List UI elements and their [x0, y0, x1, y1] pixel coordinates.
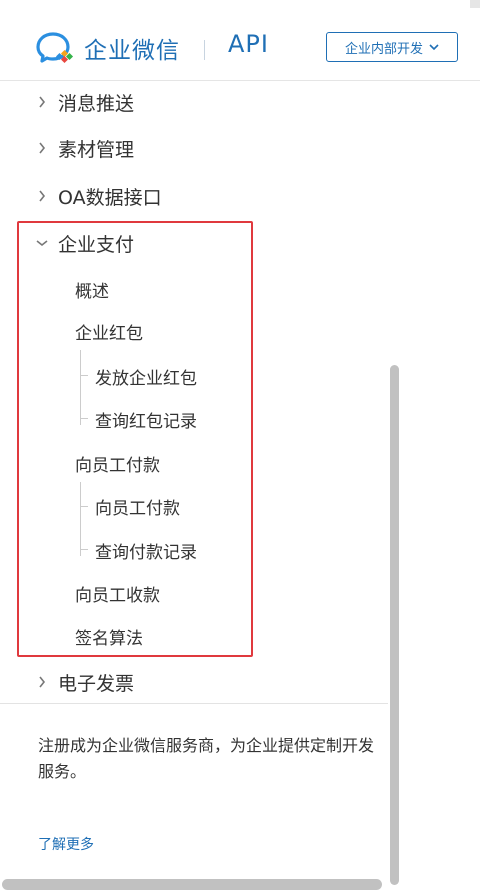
sidebar-item-oa-data[interactable]: OA数据接口: [36, 181, 162, 211]
chevron-right-icon: [36, 96, 48, 108]
sidebar-item-label: 电子发票: [58, 672, 135, 695]
chevron-down-icon: [429, 43, 439, 50]
sidebar-item-enterprise-pay[interactable]: 企业支付: [36, 228, 134, 258]
sidebar-subitem-signature[interactable]: 签名算法: [75, 623, 143, 649]
tree-tick: [80, 375, 88, 376]
sidebar-item-label: 消息推送: [58, 92, 135, 115]
dev-type-dropdown[interactable]: 企业内部开发: [326, 32, 458, 62]
sidebar-subitem-collect-employee[interactable]: 向员工收款: [75, 580, 160, 606]
content-area: [400, 81, 480, 894]
tree-line: [80, 350, 81, 425]
horizontal-scrollbar-thumb[interactable]: [2, 879, 382, 890]
sidebar-subitem-red-packet-send[interactable]: 发放企业红包: [95, 363, 197, 389]
sidebar-subitem-pay-employee-send[interactable]: 向员工付款: [95, 493, 180, 519]
chevron-right-icon: [36, 142, 48, 154]
vertical-scrollbar-thumb[interactable]: [390, 365, 399, 885]
sidebar-item-label: OA数据接口: [58, 186, 162, 209]
sidebar-item-material[interactable]: 素材管理: [36, 133, 134, 163]
sidebar-subitem-red-packet-query[interactable]: 查询红包记录: [95, 406, 197, 432]
sidebar-subitem-pay-employee-query[interactable]: 查询付款记录: [95, 537, 197, 563]
sidebar-divider: [0, 703, 390, 704]
site-header: 企业微信 API 企业内部开发: [0, 8, 480, 81]
sidebar-subitem-red-packet[interactable]: 企业红包: [75, 318, 143, 344]
chevron-right-icon: [36, 190, 48, 202]
learn-more-link[interactable]: 了解更多: [38, 834, 94, 854]
top-strip: [0, 0, 480, 8]
dev-type-dropdown-label: 企业内部开发: [344, 41, 423, 57]
brand-title[interactable]: 企业微信: [84, 31, 180, 65]
sidebar-subitem-overview[interactable]: 概述: [75, 276, 109, 302]
top-scrollbar-corner: [470, 0, 480, 8]
sidebar-item-message-push[interactable]: 消息推送: [36, 87, 134, 117]
api-title[interactable]: API: [228, 30, 269, 58]
sidebar-item-e-invoice[interactable]: 电子发票: [36, 667, 134, 697]
promo-text: 注册成为企业微信服务商，为企业提供定制开发服务。: [38, 736, 375, 781]
chevron-down-icon: [36, 237, 48, 249]
tree-tick: [80, 506, 88, 507]
sidebar-subitem-pay-employee[interactable]: 向员工付款: [75, 450, 160, 476]
wework-logo-icon[interactable]: [36, 31, 76, 65]
chevron-right-icon: [36, 676, 48, 688]
tree-tick: [80, 549, 88, 550]
header-divider: [204, 40, 205, 60]
tree-line: [80, 482, 81, 556]
tree-tick: [80, 418, 88, 419]
sidebar-item-label: 素材管理: [58, 138, 135, 161]
sidebar-item-label: 企业支付: [58, 233, 135, 256]
